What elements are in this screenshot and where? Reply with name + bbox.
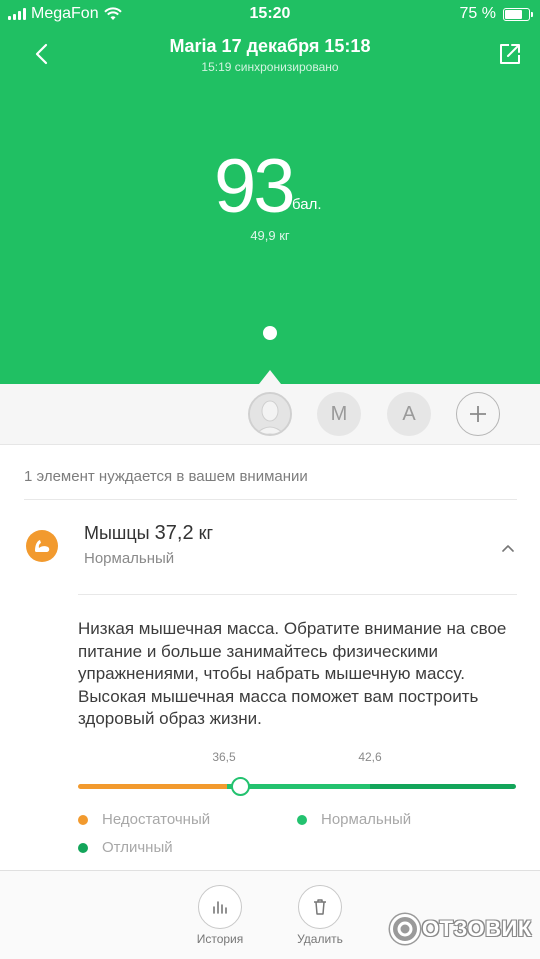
metric-label: Мышцы <box>84 523 150 543</box>
status-bar: MegaFon 15:20 75 % <box>0 0 540 28</box>
user-pointer <box>259 370 281 384</box>
weight-value: 49,9 кг <box>250 228 290 243</box>
watermark-text: ОТЗОВИК <box>422 916 532 941</box>
legend-item-excellent: Отличный <box>78 839 173 856</box>
page-indicator-dot <box>263 326 277 340</box>
score-block: 93 бал. <box>0 142 540 232</box>
page-title: Maria 17 декабря 15:18 <box>169 36 371 56</box>
divider <box>24 499 517 500</box>
user-avatar-a[interactable]: A <box>387 392 431 436</box>
range-tick-low: 36,5 <box>212 750 236 764</box>
legend-item-normal: Нормальный <box>297 811 411 828</box>
score-unit: бал. <box>292 196 322 213</box>
muscle-icon <box>26 530 58 562</box>
plus-icon <box>470 406 486 422</box>
battery-icon <box>503 7 533 21</box>
attention-notice: 1 элемент нуждается в вашем внимании <box>24 468 308 485</box>
status-right: 75 % <box>459 5 533 23</box>
person-avatar-icon <box>250 394 290 434</box>
metric-description: Низкая мышечная масса. Обратите внимание… <box>78 619 507 728</box>
battery-fill <box>505 9 523 19</box>
divider <box>78 594 517 595</box>
trash-icon <box>314 899 326 915</box>
user-avatar-m[interactable]: M <box>317 392 361 436</box>
share-icon[interactable] <box>496 40 524 68</box>
sync-status: 15:19 синхронизировано <box>201 60 339 74</box>
legend-label: Нормальный <box>321 811 412 828</box>
user-switcher: M A <box>0 384 540 445</box>
delete-label[interactable]: Удалить <box>280 932 360 946</box>
range-tick-high: 42,6 <box>358 750 382 764</box>
metric-unit: кг <box>198 523 214 543</box>
legend-label: Отличный <box>102 839 173 856</box>
history-label[interactable]: История <box>180 932 260 946</box>
metric-name[interactable]: Мышцы 37,2 кг <box>84 522 213 545</box>
range-marker <box>231 777 250 796</box>
bar-chart-icon <box>213 901 227 914</box>
delete-button[interactable] <box>298 885 342 929</box>
range-segment-excellent <box>370 784 516 789</box>
legend-label: Недостаточный <box>102 811 211 828</box>
metric-value: 37,2 <box>154 522 194 544</box>
watermark: ОТЗОВИК <box>390 914 532 944</box>
range-segment-low <box>78 784 227 789</box>
legend-dot <box>78 814 88 825</box>
metric-status: Нормальный <box>84 550 175 567</box>
legend-dot <box>297 814 307 825</box>
watermark-logo-icon <box>390 914 420 944</box>
user-avatar-active[interactable] <box>248 392 292 436</box>
add-user-button[interactable] <box>456 392 500 436</box>
chevron-up-icon[interactable] <box>498 538 518 558</box>
history-button[interactable] <box>198 885 242 929</box>
legend-item-low: Недостаточный <box>78 811 210 828</box>
range-bar <box>78 784 516 789</box>
hero-panel: MegaFon 15:20 75 % Maria 17 декабря 15:1… <box>0 0 540 384</box>
legend-dot <box>78 842 88 853</box>
battery-percent: 75 % <box>459 5 496 22</box>
muscle-arm-icon <box>35 540 50 552</box>
body-score: 93 <box>214 144 296 229</box>
